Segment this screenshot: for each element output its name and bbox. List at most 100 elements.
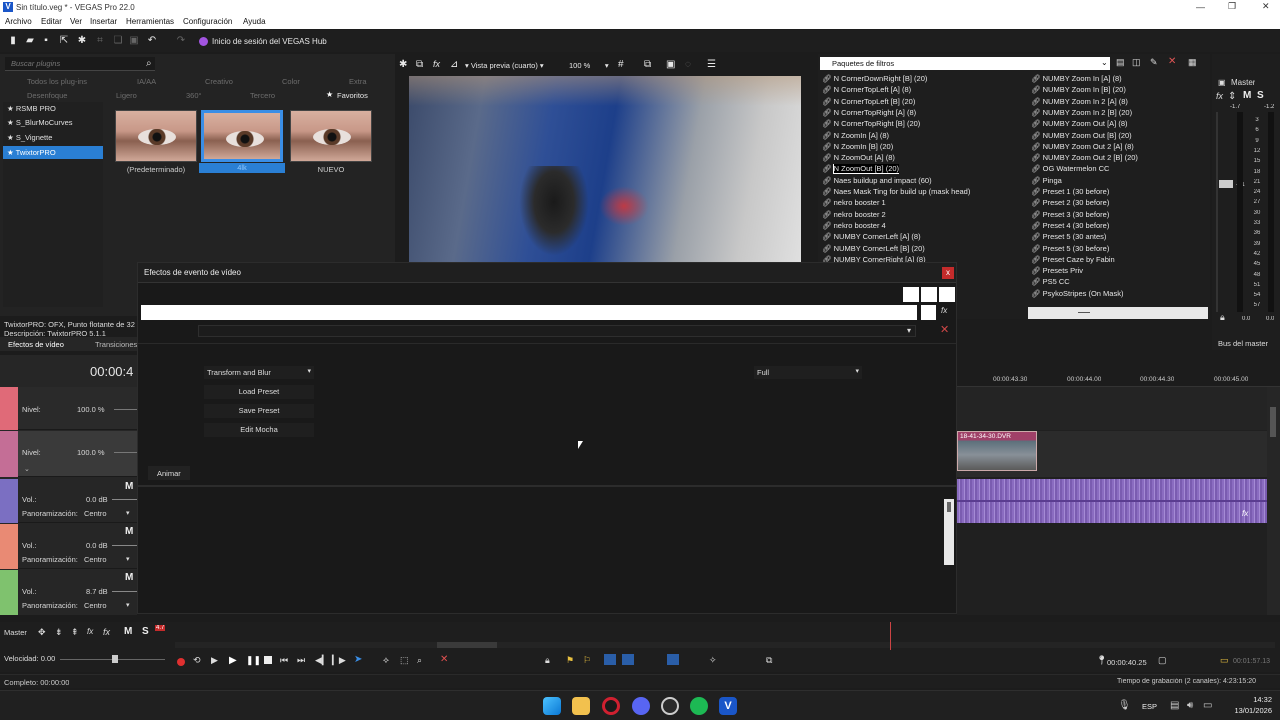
video-track-lane-2[interactable]: 18-41-34-30.DVR xyxy=(957,431,1267,477)
pan-slider[interactable]: ▾ xyxy=(126,601,130,609)
pan-slider[interactable]: ▾ xyxy=(126,555,130,563)
pause-icon[interactable]: ❚❚ xyxy=(246,655,261,666)
filter-item[interactable]: 🔗︎ Presets Priv xyxy=(1031,266,1083,277)
close-window-button[interactable]: ✕ xyxy=(1262,1,1272,12)
stop-icon[interactable] xyxy=(264,656,272,664)
audio-track-2[interactable]: M Vol.: 0.0 dB Panoramización: Centro ▾ xyxy=(0,524,137,569)
filter-item[interactable]: 🔗︎ N ZoomIn [B] (20) xyxy=(822,142,893,153)
time-ruler[interactable]: 00:00:43.30 00:00:44.00 00:00:44.30 00:0… xyxy=(957,355,1280,387)
copy-icon[interactable]: ❏ xyxy=(113,36,123,46)
video-track-1[interactable]: Nivel: 100.0 % xyxy=(0,387,137,430)
preset-thumbnail-selected[interactable] xyxy=(201,110,283,162)
cat-extra[interactable]: Extra xyxy=(349,77,367,86)
mute-button[interactable]: M xyxy=(125,572,133,583)
collapse-icon[interactable]: ⇟ xyxy=(55,627,63,638)
fx-icon[interactable]: fx xyxy=(941,306,947,315)
filter-item[interactable]: 🔗︎ N ZoomOut [B] (20) xyxy=(822,164,900,175)
filter-item[interactable]: 🔗︎ NUMBY Zoom Out 2 [A] (8) xyxy=(1031,142,1134,153)
file-explorer-icon[interactable] xyxy=(572,697,590,715)
battery-icon[interactable]: ▭ xyxy=(1203,700,1212,711)
filter-item[interactable]: 🔗︎ Preset 2 (30 before) xyxy=(1031,198,1109,209)
edit-mocha-button[interactable]: Edit Mocha xyxy=(204,423,314,437)
filter-item[interactable]: 🔗︎ Preset 1 (30 before) xyxy=(1031,187,1109,198)
menu-editar[interactable]: Editar xyxy=(41,17,62,26)
filter-item[interactable]: 🔗︎ Naes Mask Ting for build up (mask hea… xyxy=(822,187,970,198)
preset-dropdown[interactable]: ▾ xyxy=(198,325,916,337)
zoom-tool-icon[interactable]: ⌕ xyxy=(417,655,422,666)
new-file-icon[interactable]: ▮ xyxy=(8,36,18,46)
chevron-down-icon[interactable]: ⌄ xyxy=(1101,58,1108,67)
cat-favorites[interactable]: Favoritos xyxy=(337,91,368,100)
filter-item[interactable]: 🔗︎ NUMBY Zoom Out [B] (20) xyxy=(1031,131,1132,142)
speed-slider-handle[interactable] xyxy=(112,655,118,663)
mic-icon[interactable]: 🎙︎ xyxy=(1118,700,1131,711)
filter-item[interactable]: 🔗︎ N ZoomOut [A] (8) xyxy=(822,153,895,164)
cat-ia[interactable]: IA/AA xyxy=(137,77,156,86)
chain-button[interactable] xyxy=(939,287,955,302)
list-icon[interactable]: ☰ xyxy=(707,59,716,70)
preset-thumbnail-default[interactable] xyxy=(115,110,197,162)
horizontal-scrollbar[interactable] xyxy=(1028,307,1208,319)
menu-ver[interactable]: Ver xyxy=(70,17,82,26)
input-language[interactable]: ESP xyxy=(1142,702,1157,711)
filter-item[interactable]: 🔗︎ PsykoStripes (On Mask) xyxy=(1031,289,1123,300)
maximize-button[interactable]: ❐ xyxy=(1228,1,1238,12)
cat-360[interactable]: 360° xyxy=(186,91,202,100)
cat-all[interactable]: Todos los plug-ins xyxy=(27,77,87,86)
animate-button[interactable]: Animar xyxy=(148,466,190,480)
list-item-selected[interactable]: ★ TwixtorPRO xyxy=(3,146,103,159)
snapping-button[interactable] xyxy=(604,654,616,665)
filter-item[interactable]: 🔗︎ PS5 CC xyxy=(1031,277,1070,288)
filter-item[interactable]: 🔗︎ N ZoomIn [A] (8) xyxy=(822,131,889,142)
menu-archivo[interactable]: Archivo xyxy=(5,17,32,26)
mute-button[interactable]: M xyxy=(125,481,133,492)
menu-configuracion[interactable]: Configuración xyxy=(183,17,232,26)
filter-item[interactable]: 🔗︎ NUMBY Zoom Out [A] (8) xyxy=(1031,119,1128,130)
ripple-edit-button[interactable] xyxy=(667,654,679,665)
spotify-icon[interactable] xyxy=(690,697,708,715)
filter-item[interactable]: 🔗︎ Preset 5 (30 before) xyxy=(1031,244,1109,255)
split-screen-icon[interactable]: ⊿ xyxy=(450,59,458,70)
edit-time-icon[interactable]: ▢ xyxy=(1158,655,1167,666)
open-folder-icon[interactable]: ▰ xyxy=(25,36,35,46)
chevron-down-icon[interactable]: ⌄ xyxy=(24,465,30,473)
mode-dropdown[interactable]: Transform and Blur ▾ xyxy=(204,366,314,379)
dialog-title-bar[interactable]: Efectos de evento de vídeo x xyxy=(138,263,956,283)
gear-icon[interactable]: ✱ xyxy=(77,36,87,46)
filter-item[interactable]: 🔗︎ nekro booster 2 xyxy=(822,210,886,221)
load-preset-button[interactable]: Load Preset xyxy=(204,385,314,399)
clock-time[interactable]: 14:32 xyxy=(1232,695,1272,704)
previous-frame-icon[interactable]: ◀▎ xyxy=(315,655,329,666)
filter-item[interactable]: 🔗︎ OG Watermelon CC xyxy=(1031,164,1109,175)
fx-icon[interactable]: fx xyxy=(103,627,110,637)
network-icon[interactable]: ▤ xyxy=(1170,700,1179,711)
master-solo-button[interactable]: S xyxy=(142,626,149,637)
master-mute-button[interactable]: M xyxy=(124,626,132,637)
volume-slider[interactable] xyxy=(112,499,137,500)
loop-icon[interactable]: ⟲ xyxy=(193,655,201,666)
audio-track-lane-1[interactable]: fx xyxy=(957,479,1267,523)
filter-item[interactable]: 🔗︎ N CornerTopRight [A] (8) xyxy=(822,108,916,119)
filter-item[interactable]: 🔗︎ Preset Caze by Fabin xyxy=(1031,255,1115,266)
fx-icon[interactable]: fx xyxy=(433,59,440,69)
minimize-button[interactable]: — xyxy=(1196,2,1206,12)
preset-thumbnail-nuevo[interactable] xyxy=(290,110,372,162)
filter-item[interactable]: 🔗︎ Preset 5 (30 antes) xyxy=(1031,232,1106,243)
filter-item[interactable]: 🔗︎ NUMBY Zoom Out 2 [B] (20) xyxy=(1031,153,1138,164)
mute-button[interactable]: M xyxy=(1243,90,1251,101)
close-icon[interactable]: x xyxy=(942,267,954,279)
filter-item[interactable]: 🔗︎ N CornerTopLeft [B] (20) xyxy=(822,97,915,108)
menu-insertar[interactable]: Insertar xyxy=(90,17,117,26)
vegas-hub-login[interactable]: Inicio de sesión del VEGAS Hub xyxy=(212,37,327,46)
volume-slider[interactable] xyxy=(112,545,137,546)
redo-icon[interactable]: ↷ xyxy=(176,36,186,46)
play-icon[interactable]: ▶ xyxy=(229,655,237,666)
solo-button[interactable]: S xyxy=(1257,90,1264,101)
level-slider[interactable] xyxy=(114,452,137,453)
preview-quality-select[interactable]: ▾ Vista previa (cuarto) ▾ xyxy=(465,61,544,70)
track-fx-icon[interactable]: fx xyxy=(87,627,93,636)
delete-icon[interactable]: ✕ xyxy=(1168,56,1176,67)
view-icon[interactable]: ◫ xyxy=(1132,57,1141,68)
automation-icon[interactable]: ⇕ xyxy=(1228,91,1236,102)
next-frame-icon[interactable]: ▎▶ xyxy=(332,655,346,666)
